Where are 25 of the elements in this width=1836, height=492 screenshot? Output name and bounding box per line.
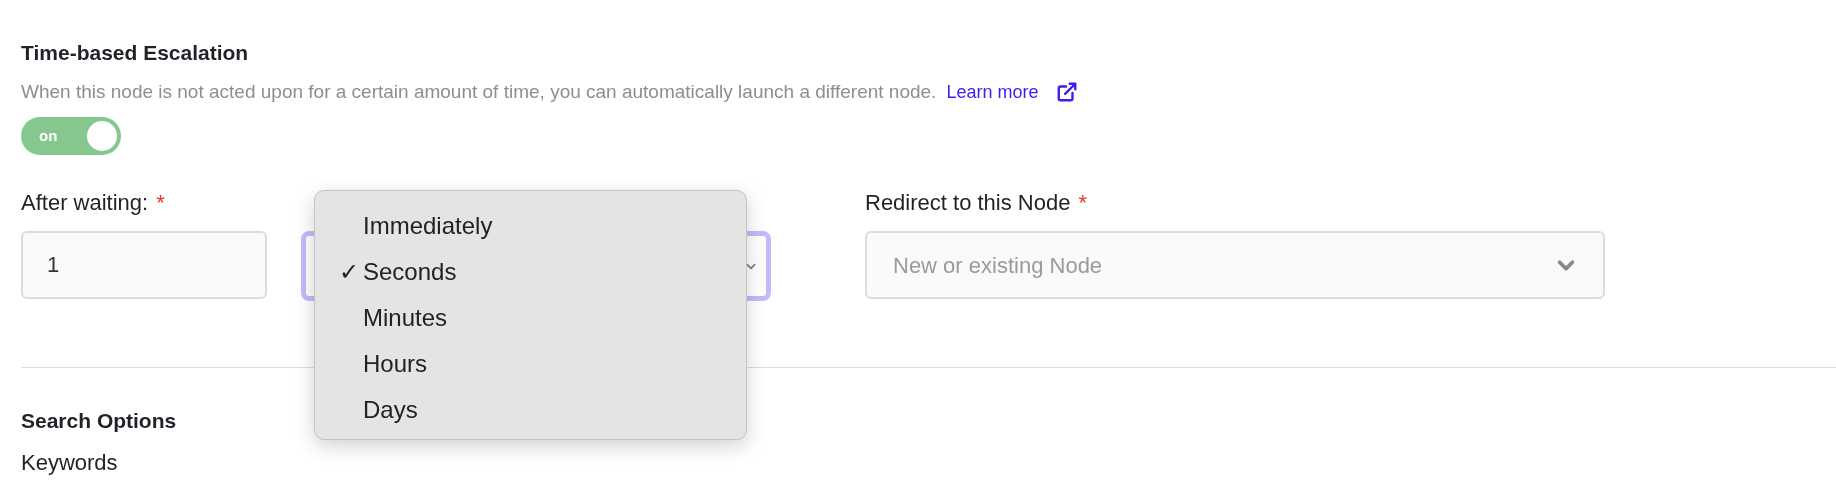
menu-item-label: Days bbox=[363, 395, 418, 425]
menu-item-label: Hours bbox=[363, 349, 428, 379]
toggle-knob bbox=[87, 121, 117, 151]
select-placeholder: New or existing Node bbox=[893, 251, 1103, 280]
menu-item[interactable]: Days bbox=[315, 387, 746, 433]
required-mark: * bbox=[1078, 189, 1087, 217]
toggle-label: on bbox=[38, 125, 59, 146]
wait-input[interactable]: 1 bbox=[21, 231, 267, 299]
menu-item[interactable]: Immediately bbox=[315, 203, 746, 249]
external-link-icon[interactable] bbox=[1056, 81, 1079, 103]
menu-item[interactable]: Hours bbox=[315, 341, 746, 387]
menu-item-label: Minutes bbox=[363, 303, 448, 333]
menu-item[interactable]: Minutes bbox=[315, 295, 746, 341]
field-label: Keywords bbox=[21, 449, 118, 477]
section-title: Search Options bbox=[21, 408, 177, 434]
menu-item-label: Seconds bbox=[363, 257, 457, 287]
menu-item-label: Immediately bbox=[363, 211, 493, 241]
field-label: Redirect to this Node bbox=[865, 189, 1071, 217]
required-mark: * bbox=[156, 189, 165, 217]
field-label: After waiting: bbox=[21, 189, 149, 217]
description: When this node is not acted upon for a certain amount of time, you can automatically launch a different node. bbox=[21, 80, 937, 104]
check-mark: ✓ bbox=[339, 257, 359, 287]
menu-item[interactable]: ✓ Seconds bbox=[315, 249, 746, 295]
learn-more-link[interactable]: Learn more bbox=[946, 80, 1039, 104]
section-title: Time-based Escalation bbox=[21, 40, 249, 66]
